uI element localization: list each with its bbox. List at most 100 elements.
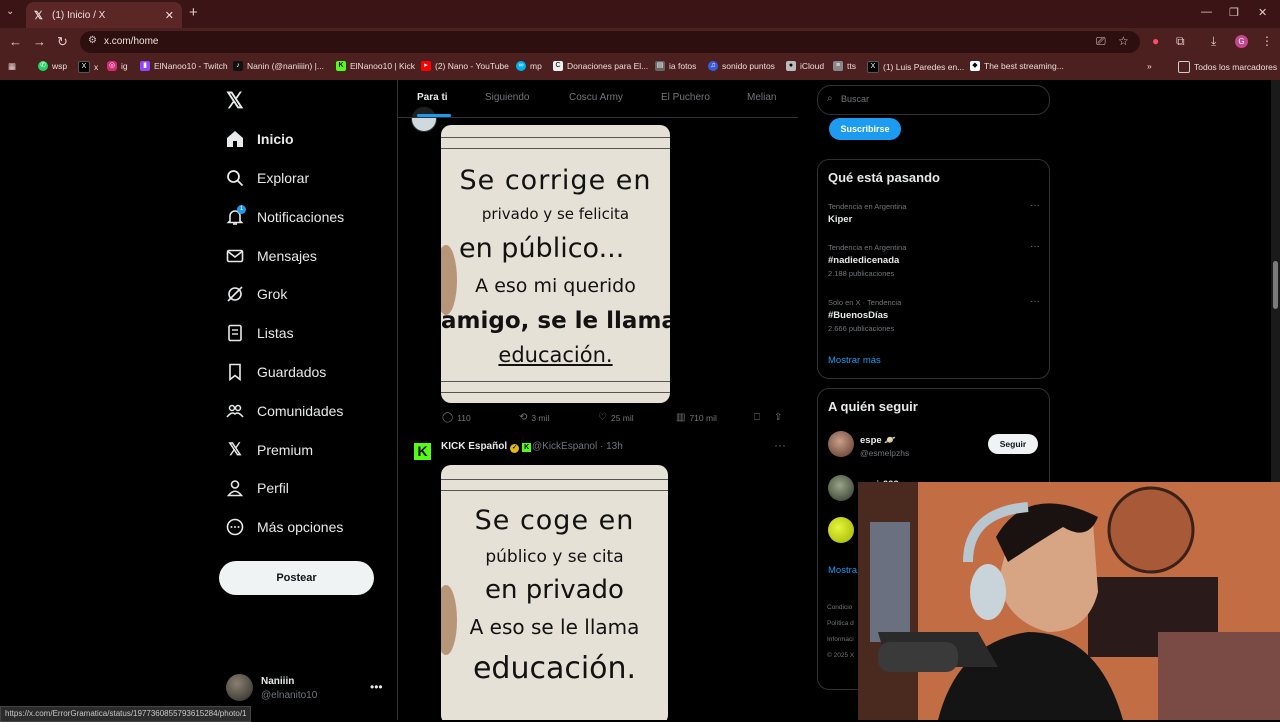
nav-explore[interactable]: Explorar [226, 166, 309, 190]
nav-messages[interactable]: Mensajes [226, 244, 317, 268]
page-scrollbar[interactable] [1271, 80, 1280, 482]
bookmark-icloud[interactable]: ● iCloud [786, 61, 824, 71]
footer-link[interactable]: Política d [827, 616, 854, 632]
bookmark-x[interactable]: Xx [78, 61, 98, 73]
tab-el-puchero[interactable]: El Puchero [661, 92, 710, 103]
site-info-icon[interactable]: ⚙ [88, 35, 97, 46]
trend-more-icon[interactable]: ··· [1030, 200, 1040, 211]
nav-bookmarks[interactable]: Guardados [226, 360, 326, 384]
bookmark-tiktok[interactable]: ♪ Nanin (@naniiiin) |... [233, 61, 324, 71]
tweet-image[interactable]: Se coge en público y se cita en privado … [441, 465, 668, 720]
like-button[interactable]: ♡ 25 mil [598, 412, 634, 423]
bookmark-ig[interactable]: ◎ ig [107, 61, 128, 71]
show-more-link[interactable]: Mostra [828, 565, 857, 576]
download-icon[interactable]: ⤓ [1211, 34, 1216, 49]
trend-context: Tendencia en Argentina [828, 243, 907, 252]
trend-item[interactable]: Tendencia en Argentina Kiper ··· [828, 200, 1040, 225]
bookmark-label: (1) Luis Paredes en... [883, 62, 965, 72]
sign-top-lines [441, 137, 670, 149]
nav-home[interactable]: Inicio [226, 127, 294, 151]
trend-more-icon[interactable]: ··· [1030, 296, 1040, 307]
tweet-author-handle[interactable]: @KickEspanol · 13h [532, 441, 623, 452]
nav-premium[interactable]: 𝕏 Premium [226, 438, 313, 462]
follow-suggestion[interactable]: espe 🪐 @esmelpzhs Seguir [828, 431, 1040, 461]
bookmark-youtube[interactable]: ▸ (2) Nano - YouTube [421, 61, 509, 71]
bookmark-tweet-button[interactable]: ⎕ [754, 412, 764, 423]
tweet-author-name[interactable]: KICK Español ✓ K [441, 441, 532, 453]
x-icon: X [867, 61, 879, 73]
tab-search-icon[interactable]: ⌄ [6, 6, 14, 17]
tweet-image[interactable]: Se corrige en privado y se felicita en p… [441, 125, 670, 403]
footer-link[interactable]: Informaci [827, 632, 854, 648]
share-button[interactable]: ⇪ [774, 412, 786, 423]
reload-icon[interactable]: ↻ [57, 34, 68, 50]
bookmark-streaming[interactable]: ◆ The best streaming... [970, 61, 1064, 71]
home-icon [226, 130, 244, 148]
post-button[interactable]: Postear [219, 561, 374, 595]
star-bookmark-icon[interactable]: ☆ [1118, 34, 1129, 48]
tab-coscu-army[interactable]: Coscu Army [569, 92, 623, 103]
trend-more-icon[interactable]: ··· [1030, 241, 1040, 252]
timeline: Para ti Siguiendo Coscu Army El Puchero … [397, 80, 799, 720]
tab-para-ti[interactable]: Para ti [417, 92, 448, 103]
restore-icon[interactable]: ❐ [1229, 6, 1239, 19]
bookmark-kick[interactable]: K ElNanoo10 | Kick [336, 61, 415, 71]
forward-icon[interactable]: → [33, 34, 46, 49]
reply-button[interactable]: ◯ 110 [442, 412, 471, 423]
views-button[interactable]: ▥ 710 mil [676, 412, 717, 423]
extension-red-icon[interactable]: ● [1152, 34, 1159, 48]
install-app-icon[interactable]: ⎚ [1096, 34, 1106, 49]
trend-item[interactable]: Solo en X · Tendencia #BuenosDías 2.666 … [828, 296, 1040, 333]
account-more-icon[interactable]: ••• [370, 680, 383, 694]
follow-button[interactable]: Seguir [988, 434, 1038, 454]
all-bookmarks[interactable]: Todos los marcadores [1178, 61, 1277, 73]
scrollbar-thumb[interactable] [1273, 261, 1278, 309]
url-text[interactable]: x.com/home [104, 36, 158, 47]
browser-tab[interactable]: 𝕏 (1) Inicio / X ✕ [26, 2, 182, 28]
minimize-icon[interactable]: — [1201, 6, 1212, 18]
bookmark-icon: ⎕ [754, 412, 760, 423]
subscribe-button[interactable]: Suscribirse [829, 118, 901, 140]
address-bar[interactable]: ⚙ x.com/home [80, 31, 1140, 53]
bookmark-donaciones[interactable]: C Donaciones para El... [553, 61, 648, 71]
bookmark-sonido[interactable]: ♫ sonido puntos [708, 61, 775, 71]
bookmarks-overflow-icon[interactable]: » [1147, 61, 1152, 71]
tab-melian[interactable]: Melian [747, 92, 776, 103]
profile-avatar[interactable]: G [1235, 35, 1248, 48]
account-switcher[interactable]: Naniiin @elnanito10 ••• [226, 674, 386, 706]
repost-button[interactable]: ⟲ 3 mil [519, 412, 549, 423]
bookmark-tts[interactable]: ≡ tts [833, 61, 856, 71]
nav-grok[interactable]: Grok [226, 282, 287, 306]
new-tab-icon[interactable]: + [189, 4, 198, 21]
bookmark-mp[interactable]: ∞ mp [516, 61, 542, 71]
trending-title: Qué está pasando [828, 170, 940, 185]
bookmark-label: ElNanoo10 | Kick [350, 61, 416, 71]
show-more-link[interactable]: Mostrar más [828, 355, 881, 366]
bookmark-wsp[interactable]: ✆ wsp [38, 61, 67, 71]
tweet-more-icon[interactable]: ··· [774, 438, 786, 452]
bookmark-twitch[interactable]: ▮ ElNanoo10 - Twitch [140, 61, 228, 71]
avatar [828, 431, 854, 457]
nav-more[interactable]: Más opciones [226, 515, 343, 539]
bookmark-luis-paredes[interactable]: X (1) Luis Paredes en... [867, 61, 964, 73]
nav-communities[interactable]: Comunidades [226, 399, 343, 423]
x-logo-icon[interactable]: 𝕏 [226, 88, 244, 114]
back-icon[interactable]: ← [9, 34, 22, 49]
nav-lists[interactable]: Listas [226, 321, 294, 345]
tab-close-icon[interactable]: ✕ [165, 9, 174, 22]
kick-avatar-icon[interactable]: K [414, 443, 431, 460]
close-window-icon[interactable]: ✕ [1258, 6, 1267, 19]
tts-icon: ≡ [833, 61, 843, 71]
footer-link[interactable]: Condicio [827, 600, 854, 616]
trend-item[interactable]: Tendencia en Argentina #nadiedicenada 2.… [828, 241, 1040, 278]
browser-menu-icon[interactable]: ⋮ [1261, 34, 1273, 48]
mail-icon [226, 247, 244, 265]
search-input[interactable]: ⌕ Buscar [817, 85, 1050, 115]
tennis-ball-avatar [828, 517, 854, 543]
extensions-icon[interactable]: ⧉ [1176, 34, 1185, 49]
tab-siguiendo[interactable]: Siguiendo [485, 92, 529, 103]
apps-grid-icon[interactable]: ▦ [8, 61, 16, 72]
bookmark-ia-fotos[interactable]: ▤ ia fotos [655, 61, 696, 71]
nav-profile[interactable]: Perfil [226, 476, 289, 500]
bookmark-label: Donaciones para El... [567, 61, 649, 71]
